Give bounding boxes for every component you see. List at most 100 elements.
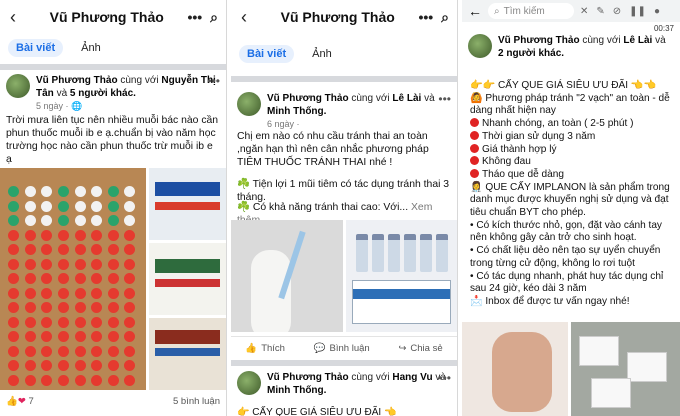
bottle-cap xyxy=(41,316,53,328)
benefit-2: Thời gian sử dụng 3 năm xyxy=(470,130,676,144)
bottle-cap xyxy=(8,374,19,386)
bullet-3: • Có tác dụng nhanh, phát huy tác dụng c… xyxy=(470,270,664,295)
bottle-cap xyxy=(41,215,53,226)
tab-posts[interactable]: Bài viết xyxy=(8,39,64,57)
post-image-injection[interactable] xyxy=(231,220,343,332)
translate-icon[interactable]: ⊘ xyxy=(613,6,621,17)
share-label: Chia sẻ xyxy=(410,343,443,354)
reaction-summary[interactable]: 👍❤ 7 xyxy=(6,396,34,407)
avatar[interactable] xyxy=(237,371,261,395)
top-bar: ‹ Vũ Phương Thảo ••• ⌕ xyxy=(231,0,457,34)
tab-photos[interactable]: Ảnh xyxy=(73,39,109,57)
post-image-product-2[interactable] xyxy=(149,243,226,315)
post-image-arm[interactable] xyxy=(462,322,568,416)
post-time: 6 ngày · xyxy=(267,119,300,129)
red-dot-icon xyxy=(470,143,479,153)
post-header: Vũ Phương Thảo cùng với Nguyễn Thị Tân v… xyxy=(6,74,222,113)
tagged-name[interactable]: Hang Vu xyxy=(392,372,432,383)
bottle-cap xyxy=(41,374,53,386)
bottle-cap xyxy=(91,345,103,357)
others-link[interactable]: 2 người khác. xyxy=(498,48,564,59)
author-name[interactable]: Vũ Phương Thảo xyxy=(498,35,580,46)
avatar[interactable] xyxy=(237,92,261,116)
bottle-cap xyxy=(124,186,136,197)
search-icon[interactable]: ⌕ xyxy=(210,9,218,26)
search-input[interactable]: ⌕ Tìm kiếm xyxy=(488,3,574,19)
post-image-implanon-boxes[interactable] xyxy=(571,322,680,416)
bottle-cap xyxy=(124,215,136,226)
bullet-2: • Có chất liệu dẻo nên tạo sự uyển chuyể… xyxy=(470,245,661,269)
back-arrow-icon[interactable]: ‹ xyxy=(231,7,257,28)
comment-count[interactable]: 5 bình luận xyxy=(173,396,220,407)
section-divider xyxy=(0,64,226,70)
profile-icon[interactable]: ● xyxy=(654,6,660,17)
bottle-cap xyxy=(124,244,136,255)
tagged-name-2[interactable]: Minh Thống. xyxy=(267,106,326,117)
comment-button[interactable]: 💬 Bình luận xyxy=(314,343,370,354)
benefit-1: Nhanh chóng, an toàn ( 2-5 phút ) xyxy=(470,118,676,131)
tagged-name[interactable]: Lê Lài xyxy=(623,35,652,46)
author-name[interactable]: Vũ Phương Thảo xyxy=(267,372,349,383)
bottle-cap xyxy=(57,331,69,342)
others-link[interactable]: 5 người khác. xyxy=(70,88,136,99)
bottle-cap xyxy=(8,200,19,212)
love-icon: ❤ xyxy=(17,396,26,407)
like-button[interactable]: 👍 Thích xyxy=(245,343,285,354)
bottle-cap xyxy=(41,302,53,313)
bottle-cap xyxy=(24,215,36,226)
post-image-depo-provera[interactable] xyxy=(346,220,457,332)
pause-icon[interactable]: ❚❚ xyxy=(629,6,646,17)
avatar[interactable] xyxy=(468,34,492,58)
benefit-5: Tháo que dễ dàng xyxy=(470,168,676,182)
share-button[interactable]: ↪ Chia sẻ xyxy=(398,343,442,354)
like-icon: 👍 xyxy=(6,396,18,407)
section-divider xyxy=(231,76,457,82)
bottle-cap xyxy=(91,244,103,255)
tab-posts[interactable]: Bài viết xyxy=(239,45,295,63)
bottle-cap xyxy=(124,273,136,284)
post-text-intro: Chị em nào có nhu cầu tránh thai an toàn… xyxy=(237,131,429,168)
back-arrow-icon[interactable]: ‹ xyxy=(0,7,26,28)
author-name[interactable]: Vũ Phương Thảo xyxy=(267,93,349,104)
bottle-cap xyxy=(41,229,53,241)
bottle-cap xyxy=(57,316,69,328)
more-options-icon[interactable]: ••• xyxy=(418,9,433,26)
search-placeholder: Tìm kiếm xyxy=(503,5,545,17)
benefit-2-text: Thời gian sử dụng 3 năm xyxy=(482,130,596,142)
bottle-cap xyxy=(8,258,19,270)
bottle-cap xyxy=(74,215,86,226)
section-divider xyxy=(231,360,457,366)
bottle-cap xyxy=(24,186,36,197)
avatar[interactable] xyxy=(6,74,30,98)
post-more-icon[interactable]: ••• xyxy=(207,74,220,88)
comment-icon: 💬 xyxy=(313,343,326,354)
post-image-box-of-bottles[interactable] xyxy=(0,168,146,390)
bottle-cap xyxy=(74,287,86,299)
tagged-name-2[interactable]: Minh Thống. xyxy=(267,385,326,396)
tab-photos[interactable]: Ảnh xyxy=(304,45,340,63)
thumbs-up-icon: 👍 xyxy=(245,343,258,354)
post-image-product-1[interactable] xyxy=(149,168,226,240)
page-title: Vũ Phương Thảo xyxy=(49,9,164,25)
bottle-cap xyxy=(8,273,19,284)
benefit-3: Giá thành hợp lý xyxy=(470,143,676,157)
author-name[interactable]: Vũ Phương Thảo xyxy=(36,75,118,86)
bottle-cap xyxy=(91,316,103,328)
bullet-1: • Có kích thước nhỏ, gọn, đặt vào cánh t… xyxy=(470,219,662,244)
close-icon[interactable]: ✕ xyxy=(580,6,588,17)
bottle-cap xyxy=(57,200,69,212)
post-image-product-3[interactable] xyxy=(149,318,226,390)
back-arrow-icon[interactable]: ← xyxy=(468,3,482,19)
search-icon[interactable]: ⌕ xyxy=(441,9,449,26)
bottle-cap xyxy=(41,331,53,342)
tagged-name[interactable]: Lê Lài xyxy=(392,93,421,104)
bottle-cap xyxy=(8,360,19,371)
more-options-icon[interactable]: ••• xyxy=(187,9,202,26)
screenshot-panel-2: ‹ Vũ Phương Thảo ••• ⌕ Bài viết Ảnh Vũ P… xyxy=(231,0,457,416)
benefit-5-text: Tháo que dễ dàng xyxy=(482,168,564,180)
post-2-text: 👉 CẤY QUE GIÁ SIÊU ƯU ĐÃI 👈 xyxy=(237,407,397,416)
post-more-icon[interactable]: ••• xyxy=(438,92,451,106)
edit-icon[interactable]: ✎ xyxy=(596,6,604,17)
post-more-icon[interactable]: ••• xyxy=(438,371,451,385)
benefit-3-text: Giá thành hợp lý xyxy=(482,143,557,155)
